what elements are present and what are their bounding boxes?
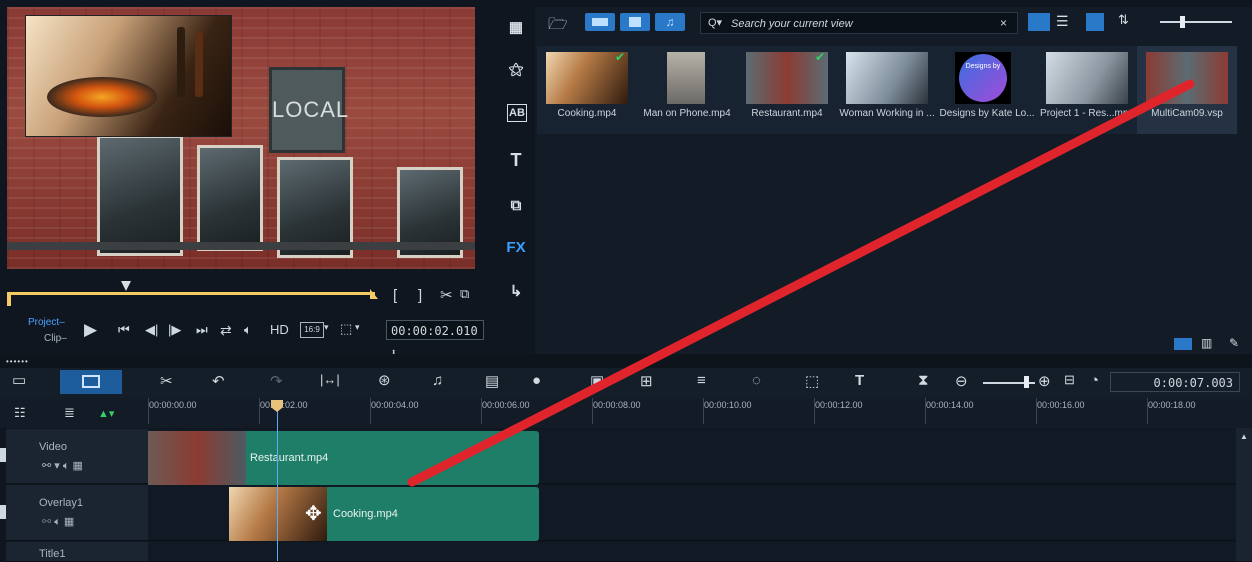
annotation-overlay [407, 79, 1195, 487]
annotation-arrow [407, 79, 1195, 487]
